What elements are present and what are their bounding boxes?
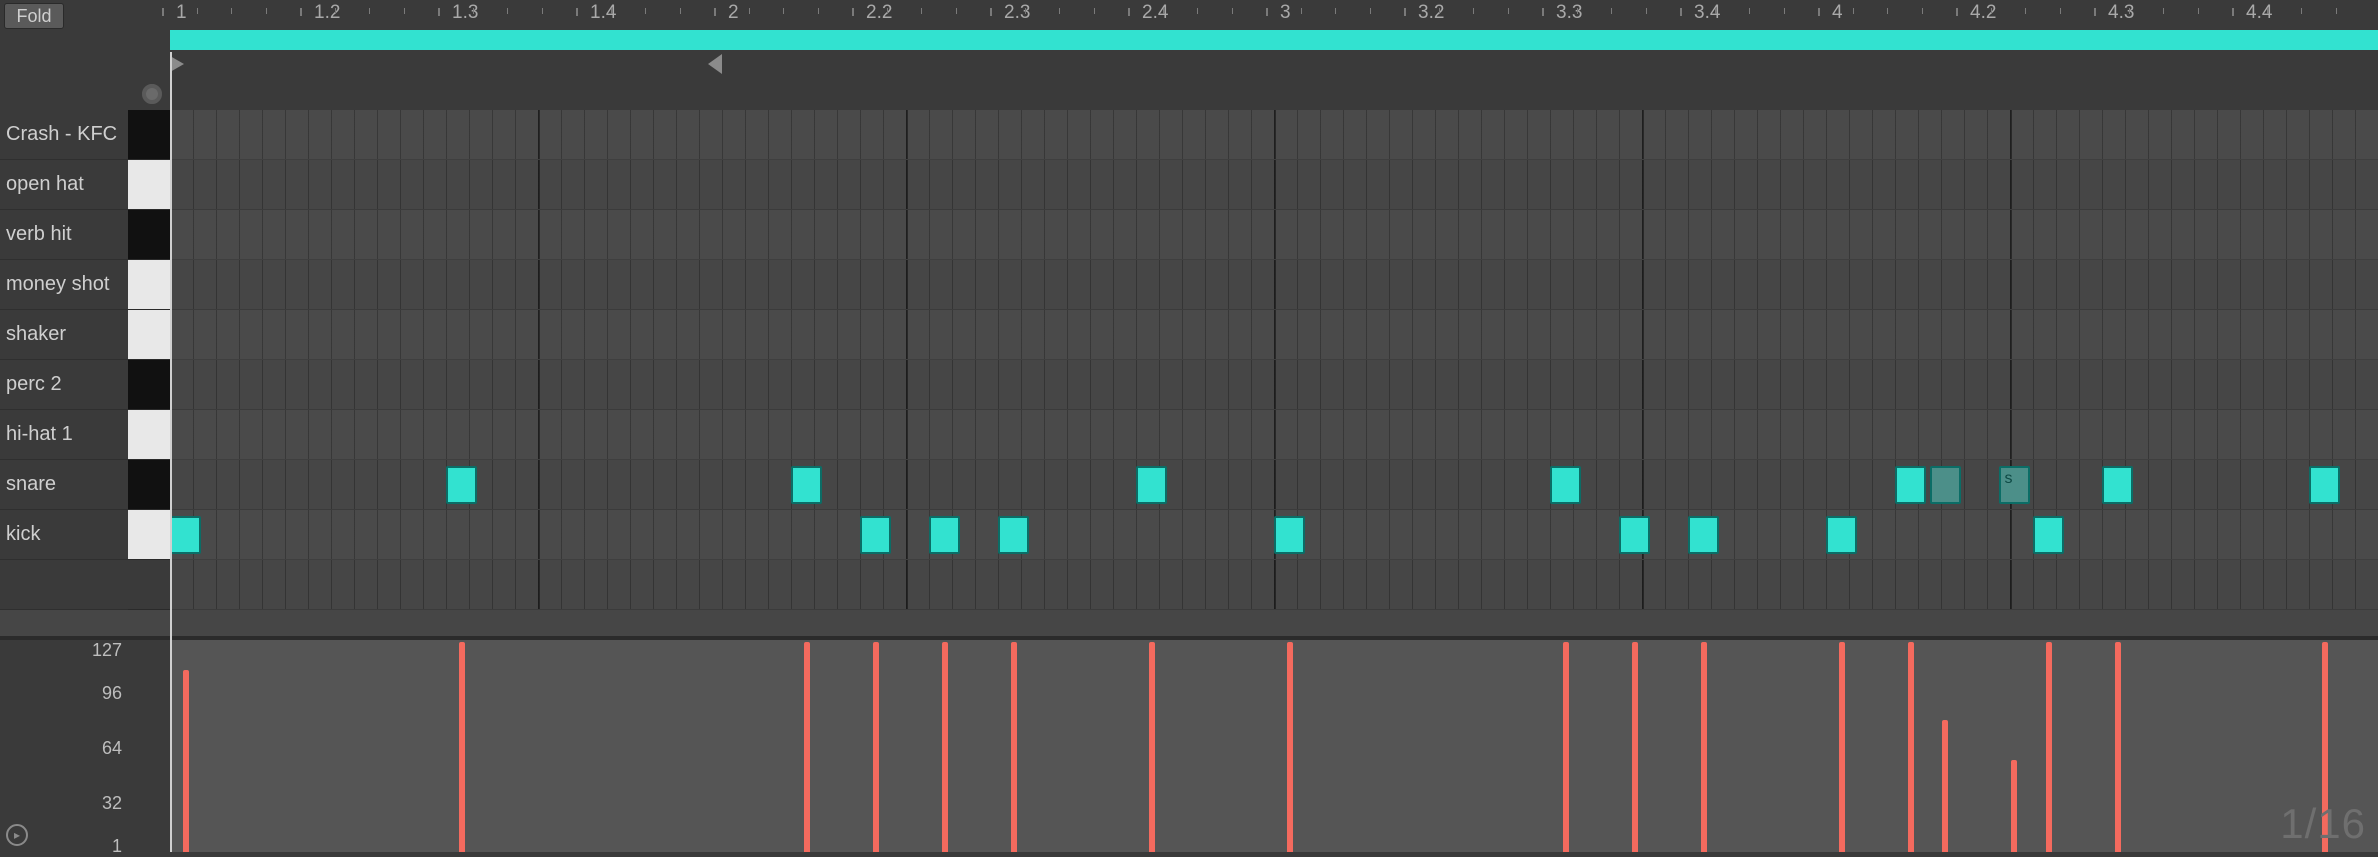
note-cells[interactable]	[170, 410, 2378, 460]
kick-note[interactable]	[1619, 516, 1650, 554]
piano-key[interactable]	[128, 160, 170, 210]
kick-note[interactable]	[1826, 516, 1857, 554]
track-label[interactable]: hi-hat 1	[0, 410, 128, 460]
lane-hi-hat-1[interactable]: hi-hat 1	[0, 410, 2378, 460]
piano-key[interactable]	[128, 410, 170, 460]
piano-key[interactable]	[128, 110, 170, 160]
note-cells[interactable]: s	[170, 460, 2378, 510]
snare-note[interactable]	[446, 466, 477, 504]
note-cells[interactable]	[170, 210, 2378, 260]
snare-note[interactable]	[1136, 466, 1167, 504]
velocity-bar[interactable]	[2011, 760, 2017, 852]
piano-key[interactable]	[128, 260, 170, 310]
note-cells[interactable]	[170, 510, 2378, 560]
lane-crash---kfc[interactable]: Crash - KFC	[0, 110, 2378, 160]
lane-perc-2[interactable]: perc 2	[0, 360, 2378, 410]
snare-note[interactable]	[2102, 466, 2133, 504]
velocity-bar[interactable]	[804, 642, 810, 852]
kick-note[interactable]	[2033, 516, 2064, 554]
track-label[interactable]: verb hit	[0, 210, 128, 260]
track-label-empty	[0, 560, 128, 610]
velocity-scale-label: 96	[102, 683, 122, 704]
velocity-bar[interactable]	[183, 670, 189, 852]
velocity-bar[interactable]	[2115, 642, 2121, 852]
kick-note[interactable]	[1274, 516, 1305, 554]
velocity-bar[interactable]	[1632, 642, 1638, 852]
loop-start-handle[interactable]	[170, 30, 184, 50]
snare-note[interactable]	[2309, 466, 2340, 504]
note-cells[interactable]	[170, 110, 2378, 160]
note-cells[interactable]	[170, 560, 2378, 610]
piano-key[interactable]	[128, 460, 170, 510]
velocity-lane[interactable]: 1279664321 ▸ 1/16	[0, 636, 2378, 852]
kick-note[interactable]	[998, 516, 1029, 554]
velocity-bar[interactable]	[1011, 642, 1017, 852]
kick-note[interactable]	[170, 516, 201, 554]
velocity-bar[interactable]	[459, 642, 465, 852]
snare-note[interactable]	[1550, 466, 1581, 504]
snare-note[interactable]	[791, 466, 822, 504]
fold-button[interactable]: Fold	[4, 3, 64, 29]
grid-resolution-label: 1/16	[2280, 800, 2366, 848]
kick-note[interactable]	[860, 516, 891, 554]
kick-note[interactable]	[929, 516, 960, 554]
note-grid[interactable]: Crash - KFCopen hatverb hitmoney shotsha…	[0, 110, 2378, 636]
velocity-bar[interactable]	[1149, 642, 1155, 852]
velocity-bar[interactable]	[1908, 642, 1914, 852]
velocity-bar[interactable]	[942, 642, 948, 852]
track-label[interactable]: Crash - KFC	[0, 110, 128, 160]
scrub-row[interactable]	[0, 52, 2378, 80]
snare-note[interactable]	[1895, 466, 1926, 504]
track-label[interactable]: open hat	[0, 160, 128, 210]
velocity-bar[interactable]	[2046, 642, 2052, 852]
velocity-scale-label: 1	[112, 836, 122, 857]
velocity-bar[interactable]	[873, 642, 879, 852]
track-label[interactable]: snare	[0, 460, 128, 510]
piano-key[interactable]	[128, 360, 170, 410]
loop-end-handle[interactable]	[2364, 30, 2378, 50]
kick-note[interactable]	[1688, 516, 1719, 554]
velocity-bar[interactable]	[1701, 642, 1707, 852]
velocity-bar[interactable]	[1839, 642, 1845, 852]
velocity-key-column	[128, 640, 170, 852]
piano-key[interactable]	[128, 310, 170, 360]
snare-note[interactable]	[1930, 466, 1961, 504]
note-cells[interactable]	[170, 160, 2378, 210]
piano-key[interactable]	[128, 510, 170, 560]
note-cells[interactable]	[170, 360, 2378, 410]
velocity-bar[interactable]	[1942, 720, 1948, 852]
velocity-bar[interactable]	[1563, 642, 1569, 852]
track-label[interactable]: kick	[0, 510, 128, 560]
velocity-bar[interactable]	[1287, 642, 1293, 852]
track-label[interactable]: shaker	[0, 310, 128, 360]
snare-note[interactable]: s	[1999, 466, 2030, 504]
play-start-marker[interactable]	[170, 56, 184, 72]
note-cells[interactable]	[170, 260, 2378, 310]
lane-snare[interactable]: snare s	[0, 460, 2378, 510]
velocity-scale-label: 64	[102, 738, 122, 759]
velocity-scale: 1279664321	[0, 640, 128, 852]
lane-kick[interactable]: kick	[0, 510, 2378, 560]
lane-verb-hit[interactable]: verb hit	[0, 210, 2378, 260]
playhead[interactable]	[170, 52, 172, 852]
clip-end-marker[interactable]	[708, 54, 722, 74]
loop-brace[interactable]	[170, 30, 2378, 50]
loop-toggle-knob[interactable]	[140, 82, 164, 106]
velocity-scale-label: 127	[92, 640, 122, 661]
track-label[interactable]: money shot	[0, 260, 128, 310]
timeline-ruler[interactable]: Fold 11.21.31.422.22.32.433.23.33.444.24…	[0, 0, 2378, 52]
piano-key[interactable]	[128, 210, 170, 260]
lane-money-shot[interactable]: money shot	[0, 260, 2378, 310]
note-cells[interactable]	[170, 310, 2378, 360]
lane-open-hat[interactable]: open hat	[0, 160, 2378, 210]
lane-shaker[interactable]: shaker	[0, 310, 2378, 360]
velocity-scale-label: 32	[102, 793, 122, 814]
track-label[interactable]: perc 2	[0, 360, 128, 410]
velocity-expand-icon[interactable]: ▸	[6, 824, 28, 846]
piano-key-empty	[128, 560, 170, 610]
